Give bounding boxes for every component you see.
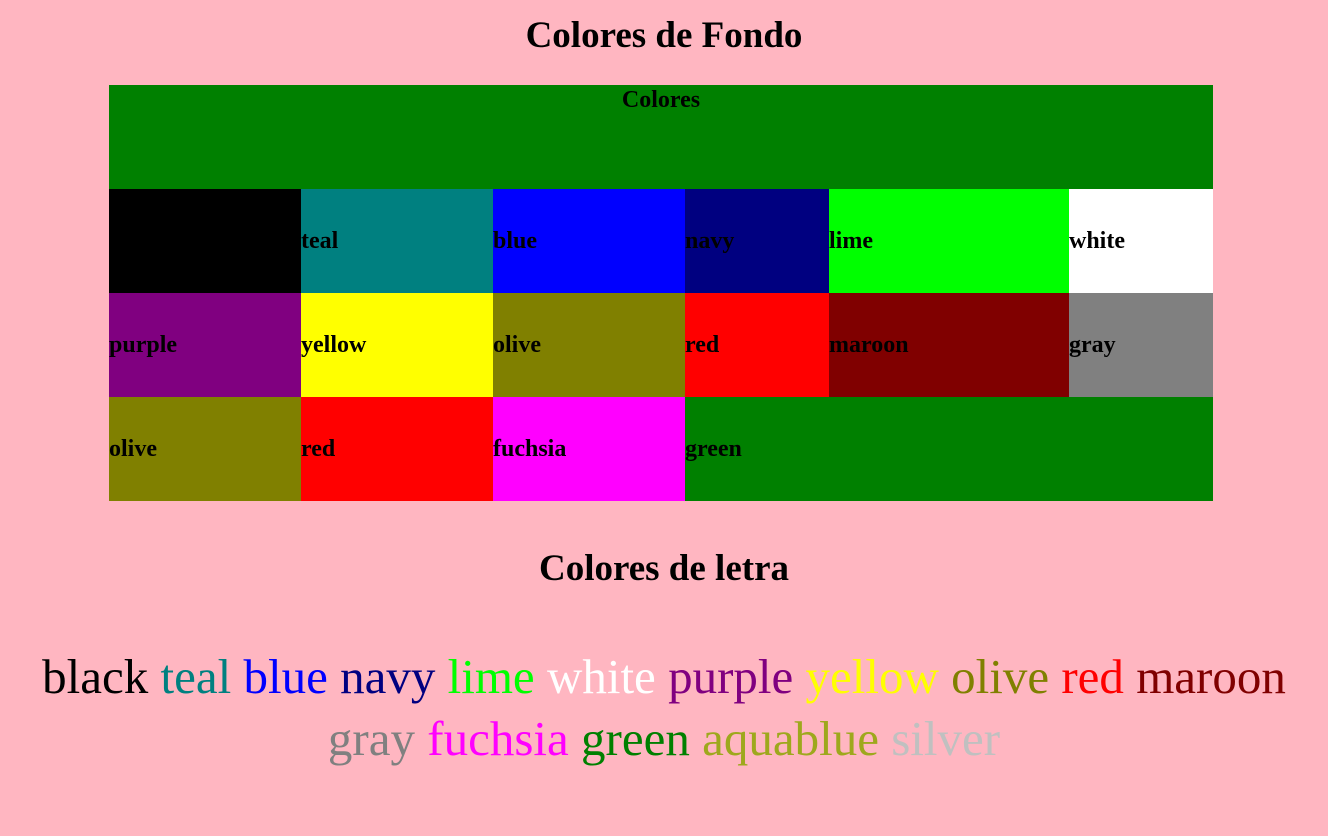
color-cell: purple [109, 293, 301, 397]
background-colors-heading: Colores de Fondo [525, 15, 803, 56]
color-word: maroon [1136, 649, 1286, 704]
color-word: silver [891, 711, 1001, 766]
color-word: red [1061, 649, 1124, 704]
color-word: yellow [805, 649, 939, 704]
background-colors-table: Colores teal blue navy lime white purple yello… [109, 85, 1214, 501]
color-word: fuchsia [427, 711, 569, 766]
color-cell: maroon [829, 293, 1069, 397]
font-colors-heading: Colores de letra [538, 548, 790, 589]
color-word: teal [160, 649, 232, 704]
table-header-cell: Colores [109, 85, 1214, 189]
color-word: white [546, 649, 656, 704]
color-cell: white [1069, 189, 1214, 293]
color-cell: red [301, 397, 493, 501]
color-cell: navy [685, 189, 829, 293]
color-cell [109, 189, 301, 293]
color-cell: green [685, 397, 1214, 501]
color-word: lime [447, 649, 535, 704]
color-cell: gray [1069, 293, 1214, 397]
table-row: olive red fuchsia green [109, 397, 1214, 501]
color-cell: yellow [301, 293, 493, 397]
color-word: gray [327, 711, 415, 766]
color-cell: fuchsia [493, 397, 685, 501]
table-header-row: Colores [109, 85, 1214, 189]
table-row: teal blue navy lime white [109, 189, 1214, 293]
color-word: aquablue [702, 711, 879, 766]
color-cell: olive [493, 293, 685, 397]
color-cell: red [685, 293, 829, 397]
color-word: olive [951, 649, 1050, 704]
color-cell: lime [829, 189, 1069, 293]
table-row: purple yellow olive red maroon gray [109, 293, 1214, 397]
color-cell: blue [493, 189, 685, 293]
color-word: black [42, 649, 149, 704]
color-word: blue [243, 649, 328, 704]
font-colors-paragraph: black teal blue navy lime white purple y… [0, 646, 1328, 770]
color-word: purple [668, 649, 794, 704]
color-word: green [581, 711, 690, 766]
color-cell: teal [301, 189, 493, 293]
color-word: navy [340, 649, 436, 704]
table-body: teal blue navy lime white purple yellow olive re… [109, 189, 1214, 501]
color-cell: olive [109, 397, 301, 501]
